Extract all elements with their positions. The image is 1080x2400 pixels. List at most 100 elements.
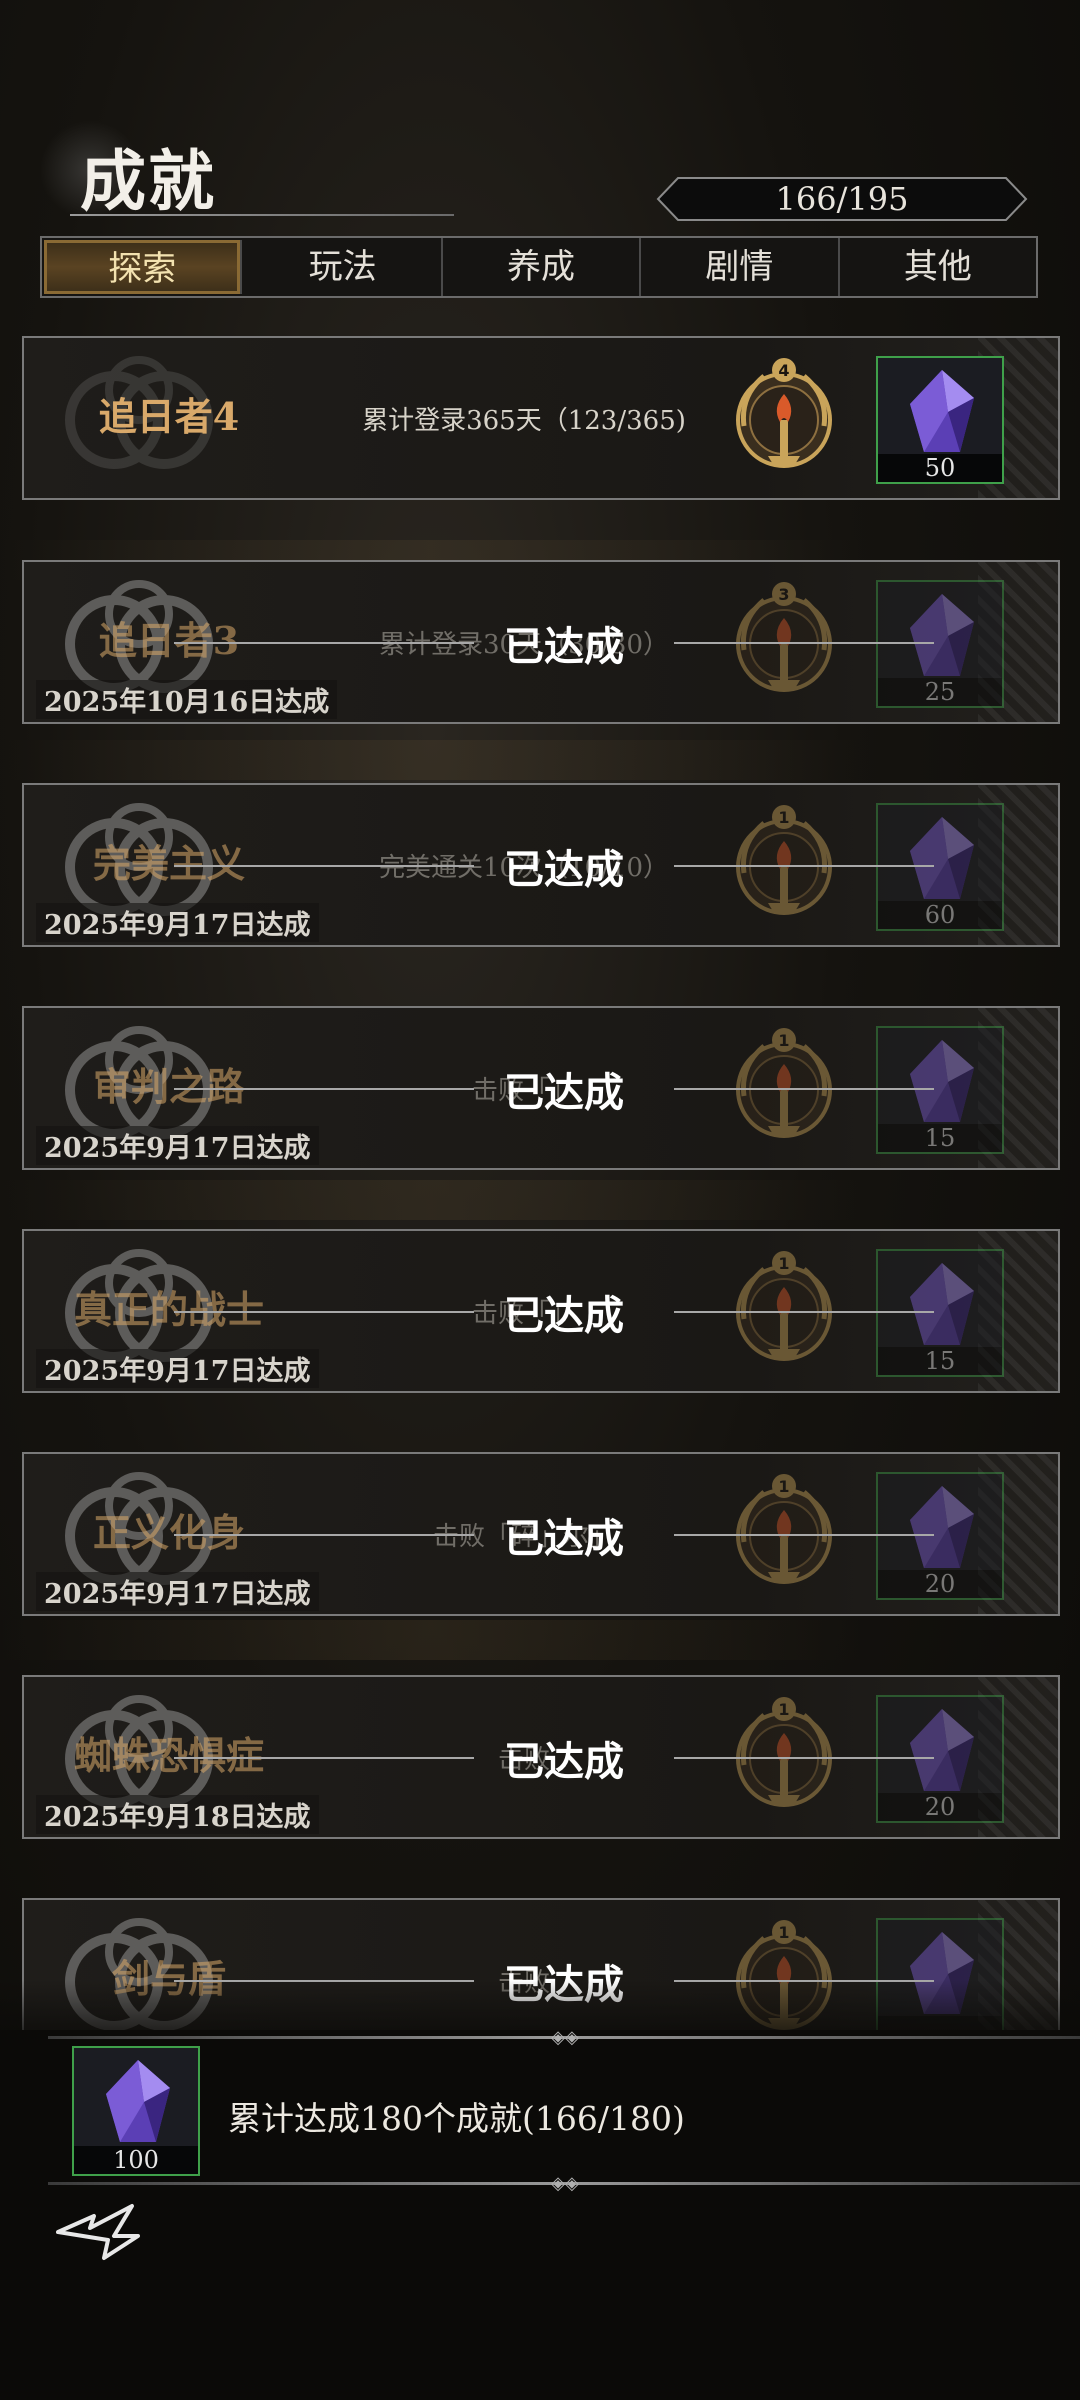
torch-laurel-medal-icon: 1	[736, 1474, 832, 1584]
category-tabs: 探索 玩法 养成 剧情 其他	[40, 236, 1038, 298]
footer-reward-item[interactable]: 100	[72, 2046, 200, 2176]
achievement-name: 蜘蛛恐惧症	[73, 1733, 264, 1778]
reward-item[interactable]: 20	[876, 1472, 1004, 1600]
achievement-row[interactable]: 追日者3 累计登录30天（30/30） 3 25 已达成 2025年10月16日达…	[22, 560, 1060, 724]
svg-text:1: 1	[778, 1254, 789, 1273]
completed-strike-line	[674, 1311, 934, 1313]
achievement-medal: 1	[724, 1472, 844, 1600]
torch-laurel-medal-icon: 1	[736, 1697, 832, 1807]
footer-reward-qty: 100	[74, 2146, 198, 2174]
svg-text:1: 1	[778, 1031, 789, 1050]
svg-text:1: 1	[778, 808, 789, 827]
reward-qty: 15	[878, 1347, 1002, 1375]
purple-crystal-icon	[910, 1709, 974, 1791]
reward-item[interactable]: 50	[876, 356, 1004, 484]
achievement-progress-badge: 166/195	[656, 176, 1028, 222]
torch-laurel-medal-icon: 1	[736, 1028, 832, 1138]
reward-item[interactable]: 15	[876, 1249, 1004, 1377]
completion-date: 2025年9月17日达成	[36, 1572, 319, 1611]
reward-qty: 50	[878, 454, 1002, 482]
torch-laurel-medal-icon: 1	[736, 805, 832, 915]
purple-crystal-icon	[910, 594, 974, 676]
completion-date: 2025年9月17日达成	[36, 903, 319, 942]
svg-text:1: 1	[778, 1477, 789, 1496]
tab-story[interactable]: 剧情	[641, 238, 840, 296]
achievement-row[interactable]: 追日者4 累计登录365天（123/365) 4 50	[22, 336, 1060, 500]
svg-text:4: 4	[778, 361, 789, 380]
reward-item[interactable]: 20	[876, 1695, 1004, 1823]
completed-strike-line	[674, 1757, 934, 1759]
completed-strike-line	[674, 1088, 934, 1090]
completed-label: 已达成	[504, 623, 624, 670]
achievement-medal: 1	[724, 1695, 844, 1823]
purple-crystal-icon	[106, 2060, 170, 2142]
completed-strike-line	[674, 642, 934, 644]
achievement-name: 正义化身	[92, 1510, 245, 1555]
purple-crystal-icon	[910, 1486, 974, 1568]
completed-strike-line	[174, 1088, 474, 1090]
purple-crystal-icon	[910, 370, 974, 452]
back-button[interactable]	[54, 2196, 144, 2266]
completed-label: 已达成	[504, 1515, 624, 1562]
completed-label: 已达成	[504, 1738, 624, 1785]
completed-strike-line	[174, 865, 474, 867]
achievement-medal: 4	[724, 356, 844, 484]
purple-crystal-icon	[910, 1040, 974, 1122]
reward-qty: 25	[878, 678, 1002, 706]
achievement-row[interactable]: 蜘蛛恐惧症 击败 1 20 已达成 2025年9月18日达成	[22, 1675, 1060, 1839]
reward-item[interactable]: 25	[876, 580, 1004, 708]
achievement-medal: 1	[724, 1026, 844, 1154]
tab-growth[interactable]: 养成	[443, 238, 642, 296]
page-title: 成就	[80, 142, 216, 220]
reward-qty: 20	[878, 1793, 1002, 1821]
torch-laurel-medal-icon: 4	[736, 358, 832, 468]
achievement-row[interactable]: 正义化身 击败「碎」尔」 1 20 已达成 2025年9月17日达成	[22, 1452, 1060, 1616]
achievement-description: 累计登录365天（123/365)	[362, 406, 686, 436]
svg-text:3: 3	[778, 585, 789, 604]
achievement-name: 真正的战士	[73, 1287, 264, 1332]
completed-label: 已达成	[504, 846, 624, 893]
svg-text:1: 1	[778, 1923, 789, 1942]
completed-strike-line	[674, 865, 934, 867]
completed-strike-line	[174, 1757, 474, 1759]
completed-strike-line	[174, 1311, 474, 1313]
completion-date: 2025年9月17日达成	[36, 1349, 319, 1388]
back-arrow-icon	[56, 2204, 140, 2260]
tab-explore[interactable]: 探索	[44, 240, 243, 294]
achievement-row[interactable]: 真正的战士 击败「」 1 15 已达成 2025年9月17日达成	[22, 1229, 1060, 1393]
torch-laurel-medal-icon: 3	[736, 582, 832, 692]
tab-gameplay[interactable]: 玩法	[244, 238, 443, 296]
achievement-progress-text: 166/195	[775, 180, 909, 218]
purple-crystal-icon	[910, 1263, 974, 1345]
purple-crystal-icon	[910, 817, 974, 899]
tab-other[interactable]: 其他	[840, 238, 1036, 296]
reward-item[interactable]: 15	[876, 1026, 1004, 1154]
completed-strike-line	[174, 1534, 474, 1536]
reward-qty: 15	[878, 1124, 1002, 1152]
achievement-name: 追日者3	[98, 618, 240, 663]
divider-ornament-icon: ◈◈	[551, 2027, 579, 2048]
completed-label: 已达成	[504, 1069, 624, 1116]
divider-ornament-icon: ◈◈	[551, 2173, 579, 2194]
achievement-row[interactable]: 审判之路 击败「」 1 15 已达成 2025年9月17日达成	[22, 1006, 1060, 1170]
achievement-medal: 1	[724, 1249, 844, 1377]
achievement-medal: 1	[724, 803, 844, 931]
achievement-row[interactable]: 完美主义 完美通关10次（10/10） 1 60 已达成 2025年9月17日达成	[22, 783, 1060, 947]
torch-laurel-medal-icon: 1	[736, 1251, 832, 1361]
reward-item[interactable]: 60	[876, 803, 1004, 931]
completed-strike-line	[674, 1534, 934, 1536]
footer-achievement-goal: 累计达成180个成就(166/180)	[228, 2099, 685, 2138]
reward-qty: 60	[878, 901, 1002, 929]
achievement-medal: 3	[724, 580, 844, 708]
title-underline	[70, 214, 454, 216]
achievement-name: 审判之路	[92, 1064, 245, 1109]
completion-date: 2025年10月16日达成	[36, 680, 338, 719]
svg-text:1: 1	[778, 1700, 789, 1719]
completed-strike-line	[174, 642, 474, 644]
achievement-name: 追日者4	[98, 394, 240, 439]
reward-qty: 20	[878, 1570, 1002, 1598]
completed-label: 已达成	[504, 1292, 624, 1339]
completion-date: 2025年9月17日达成	[36, 1126, 319, 1165]
completion-date: 2025年9月18日达成	[36, 1795, 319, 1834]
achievement-name: 完美主义	[92, 841, 245, 886]
